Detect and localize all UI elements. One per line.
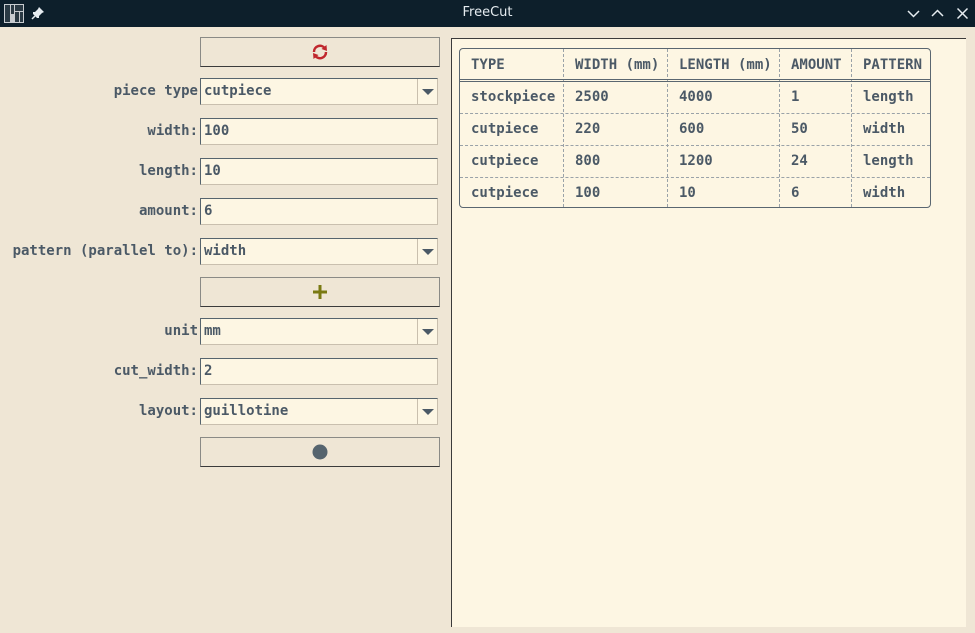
circle-icon: [312, 444, 328, 460]
chevron-down-icon[interactable]: [417, 239, 437, 264]
length-input[interactable]: 10: [200, 158, 438, 185]
unit-label: unit: [164, 323, 198, 339]
cell-type: cutpiece: [471, 121, 539, 137]
length-label: length:: [138, 163, 198, 179]
cut-width-input[interactable]: 2: [200, 358, 438, 385]
cell-length: 1200: [679, 153, 713, 169]
header-amount[interactable]: AMOUNT: [780, 49, 842, 81]
amount-input[interactable]: 6: [200, 198, 438, 225]
cell-type: cutpiece: [471, 153, 539, 169]
cell-length: 10: [679, 185, 696, 201]
header-pattern[interactable]: PATTERN: [852, 49, 922, 81]
cell-width: 2500: [575, 89, 609, 105]
layout-value: guillotine: [204, 403, 289, 419]
cell-type: cutpiece: [471, 185, 539, 201]
unit-select[interactable]: mm: [200, 318, 438, 345]
cell-amount: 50: [791, 121, 808, 137]
width-label: width:: [147, 123, 198, 139]
pieces-table: TYPE WIDTH (mm) LENGTH (mm) AMOUNT PATTE…: [459, 48, 931, 208]
header-type[interactable]: TYPE: [460, 49, 505, 81]
cell-pattern: length: [863, 153, 914, 169]
piece-type-label: piece type: [113, 83, 198, 99]
width-input[interactable]: 100: [200, 118, 438, 145]
cell-type: stockpiece: [471, 89, 556, 105]
cell-amount: 24: [791, 153, 808, 169]
cell-width: 800: [575, 153, 601, 169]
cell-amount: 6: [791, 185, 800, 201]
chevron-down-icon[interactable]: [417, 79, 437, 104]
amount-label: amount:: [138, 203, 198, 219]
layout-label: layout:: [138, 403, 198, 419]
refresh-icon: [312, 44, 328, 60]
cell-amount: 1: [791, 89, 800, 105]
header-width[interactable]: WIDTH (mm): [564, 49, 659, 81]
header-length[interactable]: LENGTH (mm): [668, 49, 772, 81]
layout-select[interactable]: guillotine: [200, 398, 438, 425]
reset-button[interactable]: [200, 37, 440, 67]
chevron-down-icon[interactable]: [417, 319, 437, 344]
cell-width: 100: [575, 185, 601, 201]
cell-width: 220: [575, 121, 601, 137]
calculate-button[interactable]: [200, 437, 440, 467]
pattern-select[interactable]: width: [200, 238, 438, 265]
cell-length: 4000: [679, 89, 713, 105]
pattern-value: width: [204, 243, 247, 259]
add-piece-button[interactable]: [200, 277, 440, 307]
chevron-down-icon[interactable]: [417, 399, 437, 424]
pattern-label: pattern (parallel to):: [12, 243, 198, 259]
cell-length: 600: [679, 121, 705, 137]
pieces-panel: TYPE WIDTH (mm) LENGTH (mm) AMOUNT PATTE…: [451, 38, 966, 627]
cell-pattern: width: [863, 121, 906, 137]
cell-pattern: width: [863, 185, 906, 201]
close-icon[interactable]: [955, 6, 970, 21]
window-title: FreeCut: [462, 5, 513, 20]
piece-type-select[interactable]: cutpiece: [200, 78, 438, 105]
maximize-icon[interactable]: [930, 6, 945, 21]
unit-value: mm: [204, 323, 221, 339]
piece-type-value: cutpiece: [204, 83, 272, 99]
cut-width-label: cut_width:: [113, 363, 198, 379]
minimize-icon[interactable]: [906, 6, 921, 21]
cell-pattern: length: [863, 89, 914, 105]
plus-icon: [313, 285, 327, 299]
title-bar: FreeCut: [0, 0, 975, 27]
